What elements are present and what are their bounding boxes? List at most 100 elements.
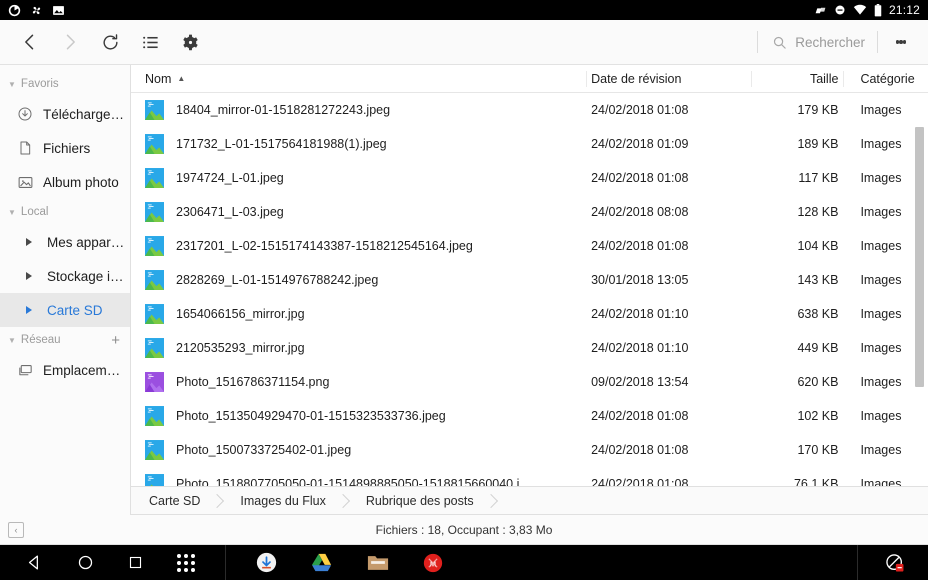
sidebar-group-label: Local — [20, 206, 49, 218]
breadcrumb-label: Rubrique des posts — [365, 493, 474, 508]
sidebar-item-emplacement[interactable]: Emplacem… — [0, 353, 130, 387]
breadcrumb-label: Images du Flux — [240, 493, 326, 508]
breadcrumb-item-rubrique-des-posts[interactable]: Rubrique des posts — [348, 487, 496, 514]
sidebar-item-album-photo[interactable]: Album photo — [0, 165, 130, 199]
camera-icon — [8, 4, 21, 16]
breadcrumb-item-carte-sd[interactable]: Carte SD — [131, 487, 222, 514]
file-size: 449 KB — [797, 341, 839, 355]
expand-arrow-icon[interactable] — [18, 306, 40, 314]
column-header-size[interactable]: Taille — [747, 65, 839, 92]
column-divider[interactable] — [751, 71, 752, 87]
table-row[interactable]: 1654066156_mirror.jpg 24/02/2018 01:10 638… — [131, 297, 928, 331]
sidebar-item-label: Stockage i… — [47, 268, 124, 284]
sidebar-item-carte-sd[interactable]: Carte SD — [0, 293, 130, 327]
nav-back-button[interactable] — [26, 554, 43, 571]
table-row[interactable]: Photo_1500733725402-01.jpeg 24/02/2018 01… — [131, 433, 928, 467]
back-triangle-icon — [28, 555, 38, 570]
file-size: 117 KB — [798, 171, 839, 185]
forward-button[interactable] — [50, 22, 90, 62]
search-input[interactable]: Rechercher — [795, 35, 865, 50]
view-list-button[interactable] — [130, 22, 170, 62]
add-network-location-button[interactable]: + — [111, 332, 120, 349]
table-row[interactable]: 2120535293_mirror.jpg 24/02/2018 01:10 449… — [131, 331, 928, 365]
image-thumbnail-purple — [145, 372, 164, 392]
file-name: Photo_1513504929470-01-1515323533736.jpe… — [176, 409, 446, 423]
file-name-cell[interactable]: 1974724_L-01.jpeg — [131, 168, 583, 188]
column-divider[interactable] — [843, 71, 844, 87]
column-divider[interactable] — [586, 71, 587, 87]
file-date: 09/02/2018 13:54 — [591, 375, 689, 389]
google-drive-shortcut[interactable] — [311, 553, 333, 573]
block-badge-button[interactable] — [884, 552, 906, 574]
column-header-category[interactable]: Catégorie — [838, 65, 928, 92]
download-manager-shortcut[interactable] — [256, 552, 277, 573]
overflow-menu-button[interactable] — [884, 22, 918, 62]
vertical-scrollbar-thumb[interactable] — [915, 127, 924, 387]
file-rows: 18404_mirror-01-1518281272243.jpeg 24/02/… — [131, 93, 928, 515]
file-category: Images — [860, 103, 902, 117]
file-name-cell[interactable]: 2306471_L-03.jpeg — [131, 202, 583, 222]
sidebar-item-label: Mes appar… — [47, 234, 125, 250]
app-toolbar: Rechercher — [0, 20, 928, 65]
expand-arrow-icon[interactable] — [18, 238, 40, 246]
back-button[interactable] — [10, 22, 50, 62]
nav-right-area — [827, 545, 928, 580]
app-grid-icon — [191, 567, 195, 572]
do-not-disturb-icon — [835, 5, 845, 15]
table-row[interactable]: 2317201_L-02-1515174143387-1518212545164… — [131, 229, 928, 263]
table-row[interactable]: Photo_1516786371154.png 09/02/2018 13:54 6… — [131, 365, 928, 399]
sidebar-group-local[interactable]: ▼ Local — [0, 199, 130, 225]
file-name-cell[interactable]: 171732_L-01-1517564181988(1).jpeg — [131, 134, 583, 154]
file-date: 24/02/2018 01:10 — [591, 307, 689, 321]
photo-icon — [53, 5, 64, 15]
sidebar-group-reseau[interactable]: ▼ Réseau + — [0, 327, 130, 353]
file-date: 24/02/2018 08:08 — [591, 205, 689, 219]
sidebar-item-label: Télécharge… — [43, 106, 125, 122]
table-row[interactable]: 2828269_L-01-1514976788242.jpeg 30/01/201… — [131, 263, 928, 297]
app-grid-icon — [191, 553, 195, 558]
file-name-cell[interactable]: 1654066156_mirror.jpg — [131, 304, 583, 324]
file-name-cell[interactable]: 2317201_L-02-1515174143387-1518212545164… — [131, 236, 583, 256]
nav-app-drawer-button[interactable] — [177, 553, 195, 572]
sidebar-item-telechargements[interactable]: Télécharge… — [0, 97, 130, 131]
file-name-cell[interactable]: 18404_mirror-01-1518281272243.jpeg — [131, 100, 583, 120]
nav-recents-button[interactable] — [128, 555, 143, 570]
file-name-cell[interactable]: 2828269_L-01-1514976788242.jpeg — [131, 270, 583, 290]
android-nav-bar: M — [0, 545, 928, 580]
breadcrumb-item-images-du-flux[interactable]: Images du Flux — [222, 487, 347, 514]
table-row[interactable]: 1974724_L-01.jpeg 24/02/2018 01:08 117 KB I… — [131, 161, 928, 195]
sidebar-item-label: Album photo — [43, 174, 119, 190]
sidebar-item-fichiers[interactable]: Fichiers — [0, 131, 130, 165]
file-name-cell[interactable]: Photo_1513504929470-01-1515323533736.jpe… — [131, 406, 583, 426]
table-row[interactable]: 2306471_L-03.jpeg 24/02/2018 08:08 128 KB I… — [131, 195, 928, 229]
red-app-icon: M — [423, 553, 443, 572]
sidebar-group-favoris[interactable]: ▼ Favoris — [0, 71, 130, 97]
search-field[interactable]: Rechercher — [745, 27, 871, 57]
file-manager-shortcut[interactable] — [367, 553, 389, 572]
status-bar-left-icons — [8, 4, 65, 17]
nav-home-button[interactable] — [77, 554, 94, 571]
refresh-icon — [102, 33, 118, 50]
table-row[interactable]: 18404_mirror-01-1518281272243.jpeg 24/02/… — [131, 93, 928, 127]
toolbar-divider-left — [757, 31, 759, 53]
settings-button[interactable] — [170, 22, 210, 62]
battery-icon — [874, 3, 882, 16]
red-app-shortcut[interactable]: M — [423, 553, 443, 573]
sidebar-item-label: Carte SD — [47, 302, 103, 318]
table-row[interactable]: Photo_1513504929470-01-1515323533736.jpe… — [131, 399, 928, 433]
expand-arrow-icon[interactable] — [18, 272, 40, 280]
file-name-cell[interactable]: Photo_1500733725402-01.jpeg — [131, 440, 583, 460]
vertical-scrollbar-track[interactable] — [915, 95, 926, 513]
column-headers: Nom ▲ Date de révision Taille Catégorie — [131, 65, 928, 93]
image-thumbnail-blue — [145, 134, 164, 154]
file-name-cell[interactable]: Photo_1516786371154.png — [131, 372, 583, 392]
file-name-cell[interactable]: 2120535293_mirror.jpg — [131, 338, 583, 358]
sidebar-item-stockage-interne[interactable]: Stockage i… — [0, 259, 130, 293]
column-header-name[interactable]: Nom ▲ — [131, 65, 583, 92]
gear-icon — [182, 34, 198, 50]
refresh-button[interactable] — [90, 22, 130, 62]
table-row[interactable]: 171732_L-01-1517564181988(1).jpeg 24/02/2… — [131, 127, 928, 161]
sidebar-item-mes-appareils[interactable]: Mes appar… — [0, 225, 130, 259]
back-icon — [25, 34, 34, 50]
column-header-date[interactable]: Date de révision — [583, 65, 747, 92]
